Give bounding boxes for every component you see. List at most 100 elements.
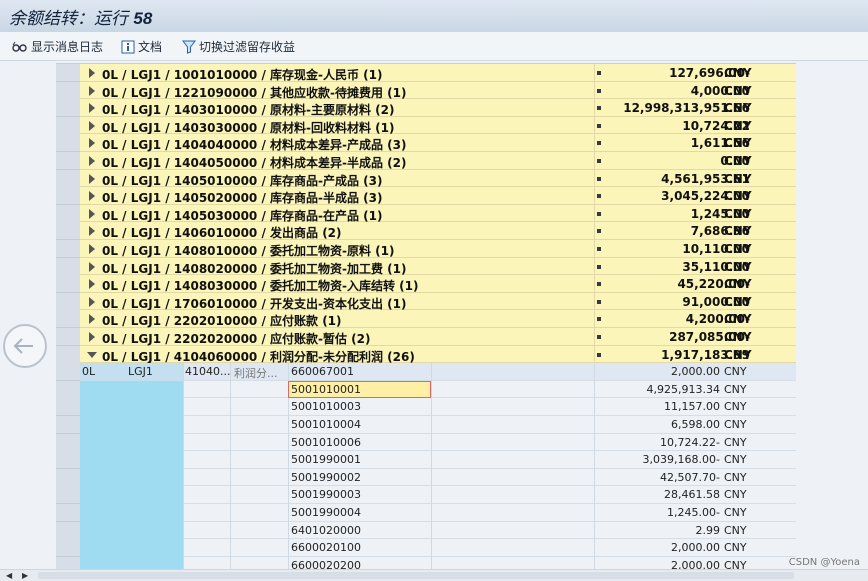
group-row[interactable]: 0L / LGJ1 / 1706010000 / 开发支出-资本化支出 (1) 9… — [56, 292, 796, 311]
detail-row[interactable]: 6600020100 2,000.00 CNY — [56, 539, 796, 558]
row-selector[interactable] — [56, 345, 80, 364]
group-row[interactable]: 0L / LGJ1 / 1405020000 / 库存商品-半成品 (3) 3,0… — [56, 187, 796, 206]
detail-row[interactable]: 5001990001 3,039,168.00- CNY — [56, 451, 796, 470]
toolbar: 显示消息日志 文档 切换过滤留存收益 — [0, 32, 868, 61]
offset-account-cell[interactable]: 5001010004 — [291, 418, 361, 431]
row-selector[interactable] — [56, 240, 80, 258]
group-row[interactable]: 0L / LGJ1 / 1221090000 / 其他应收款-待摊费用 (1) 4… — [56, 81, 796, 100]
scroll-left-icon[interactable]: ◀ — [6, 571, 12, 580]
offset-account-cell[interactable]: 5001990004 — [291, 506, 361, 519]
column-divider — [183, 416, 184, 434]
detail-row[interactable]: 5001010001 4,925,913.34 CNY — [56, 380, 796, 399]
row-selector[interactable] — [56, 328, 80, 346]
expand-triangle-icon[interactable] — [89, 191, 95, 202]
row-selector[interactable] — [56, 486, 80, 505]
group-row[interactable]: 0L / LGJ1 / 1408030000 / 委托加工物资-入库结转 (1)… — [56, 275, 796, 294]
expand-triangle-icon[interactable] — [89, 279, 95, 290]
group-row[interactable]: 0L / LGJ1 / 1405030000 / 库存商品-在产品 (1) 1,2… — [56, 204, 796, 223]
detail-row[interactable]: 0L LGJ1 41040... 利润分... 660067001 2,000.00 CNY — [56, 363, 796, 382]
expand-triangle-icon[interactable] — [89, 208, 95, 219]
row-selector[interactable] — [56, 275, 80, 294]
account-prefix-cell: 41040... — [185, 365, 231, 379]
group-row[interactable]: 0L / LGJ1 / 1408020000 / 委托加工物资-加工费 (1) 3… — [56, 257, 796, 276]
row-selector[interactable] — [56, 99, 80, 118]
row-selector[interactable] — [56, 398, 80, 417]
expand-triangle-icon[interactable] — [89, 120, 95, 131]
expand-triangle-icon[interactable] — [89, 68, 95, 78]
offset-account-cell[interactable]: 5001010001 — [291, 383, 361, 396]
back-nav-button[interactable] — [3, 324, 47, 368]
group-row[interactable]: 0L / LGJ1 / 1403010000 / 原材料-主要原材料 (2) 12… — [56, 99, 796, 118]
row-selector[interactable] — [56, 134, 80, 153]
group-row[interactable]: 0L / LGJ1 / 1405010000 / 库存商品-产成品 (3) 4,5… — [56, 169, 796, 188]
group-row[interactable]: 0L / LGJ1 / 1404050000 / 材料成本差异-半成品 (2) 0… — [56, 152, 796, 170]
expand-triangle-icon[interactable] — [89, 296, 95, 307]
row-selector[interactable] — [56, 187, 80, 206]
horizontal-scrollbar[interactable]: ◀ ▶ — [0, 569, 868, 581]
group-row[interactable]: 0L / LGJ1 / 1404040000 / 材料成本差异-产成品 (3) 1… — [56, 134, 796, 153]
detail-row[interactable]: 5001990004 1,245.00- CNY — [56, 504, 796, 522]
offset-account-cell[interactable]: 5001010006 — [291, 436, 361, 449]
detail-row[interactable]: 5001990003 28,461.58 CNY — [56, 486, 796, 505]
row-selector[interactable] — [56, 292, 80, 311]
row-selector[interactable] — [56, 116, 80, 135]
expand-triangle-icon[interactable] — [89, 314, 95, 325]
row-selector[interactable] — [56, 81, 80, 100]
expand-triangle-icon[interactable] — [89, 103, 95, 114]
scrollbar-thumb[interactable] — [38, 572, 794, 579]
detail-row[interactable]: 5001010003 11,157.00 CNY — [56, 398, 796, 417]
row-selector[interactable] — [56, 64, 80, 82]
group-label: 0L / LGJ1 / 1404050000 / 材料成本差异-半成品 (2) — [102, 156, 407, 170]
offset-account-cell[interactable]: 5001990001 — [291, 453, 361, 466]
row-selector[interactable] — [56, 380, 80, 399]
row-selector[interactable] — [56, 433, 80, 452]
expand-triangle-icon[interactable] — [89, 244, 95, 254]
detail-row[interactable]: 5001010004 6,598.00 CNY — [56, 416, 796, 434]
row-selector[interactable] — [56, 504, 80, 522]
offset-account-cell[interactable]: 6401020000 — [291, 524, 361, 537]
offset-account-cell[interactable]: 5001010003 — [291, 400, 361, 413]
detail-row[interactable]: 5001010006 10,724.22- CNY — [56, 433, 796, 452]
group-row[interactable]: 0L / LGJ1 / 1001010000 / 库存现金-人民币 (1) 127… — [56, 64, 796, 82]
detail-row[interactable]: 6401020000 2.99 CNY — [56, 521, 796, 540]
offset-account-cell[interactable]: 5001990002 — [291, 471, 361, 484]
collapse-triangle-icon[interactable] — [87, 351, 97, 358]
expand-triangle-icon[interactable] — [89, 85, 95, 96]
row-selector[interactable] — [56, 310, 80, 329]
detail-currency: CNY — [724, 523, 747, 537]
column-divider — [594, 363, 595, 382]
ledger-column — [80, 398, 126, 417]
expand-triangle-icon[interactable] — [89, 156, 95, 166]
group-row[interactable]: 0L / LGJ1 / 1406010000 / 发出商品 (2) 7,686.9… — [56, 222, 796, 241]
row-selector[interactable] — [56, 363, 80, 382]
expand-triangle-icon[interactable] — [89, 138, 95, 149]
group-row[interactable]: 0L / LGJ1 / 4104060000 / 利润分配-未分配利润 (26)… — [56, 345, 796, 364]
row-selector[interactable] — [56, 416, 80, 434]
group-row[interactable]: 0L / LGJ1 / 1403030000 / 原材料-回收料材料 (1) 10… — [56, 116, 796, 135]
offset-account-cell[interactable]: 5001990003 — [291, 488, 361, 501]
row-selector[interactable] — [56, 539, 80, 558]
expand-triangle-icon[interactable] — [89, 226, 95, 237]
row-selector[interactable] — [56, 152, 80, 170]
scroll-right-icon[interactable]: ▶ — [22, 571, 28, 580]
row-selector[interactable] — [56, 451, 80, 470]
row-selector[interactable] — [56, 222, 80, 241]
offset-account-cell[interactable]: 660067001 — [291, 365, 354, 378]
row-selector[interactable] — [56, 521, 80, 540]
expand-triangle-icon[interactable] — [89, 332, 95, 342]
row-selector[interactable] — [56, 257, 80, 276]
detail-row[interactable]: 5001990002 42,507.70- CNY — [56, 468, 796, 487]
group-row[interactable]: 0L / LGJ1 / 2202020000 / 应付账款-暂估 (2) 287,… — [56, 328, 796, 346]
row-selector[interactable] — [56, 204, 80, 223]
row-selector[interactable] — [56, 468, 80, 487]
toggle-retained-earnings-filter-button[interactable]: 切换过滤留存收益 — [182, 38, 295, 55]
group-row[interactable]: 0L / LGJ1 / 2202010000 / 应付账款 (1) 4,200.0… — [56, 310, 796, 329]
documentation-button[interactable]: 文档 — [121, 38, 162, 55]
aggregate-marker-icon — [597, 352, 601, 357]
show-message-log-button[interactable]: 显示消息日志 — [12, 38, 103, 55]
offset-account-cell[interactable]: 6600020100 — [291, 541, 361, 554]
expand-triangle-icon[interactable] — [89, 261, 95, 272]
expand-triangle-icon[interactable] — [89, 173, 95, 184]
row-selector[interactable] — [56, 169, 80, 188]
group-row[interactable]: 0L / LGJ1 / 1408010000 / 委托加工物资-原料 (1) 10… — [56, 240, 796, 258]
